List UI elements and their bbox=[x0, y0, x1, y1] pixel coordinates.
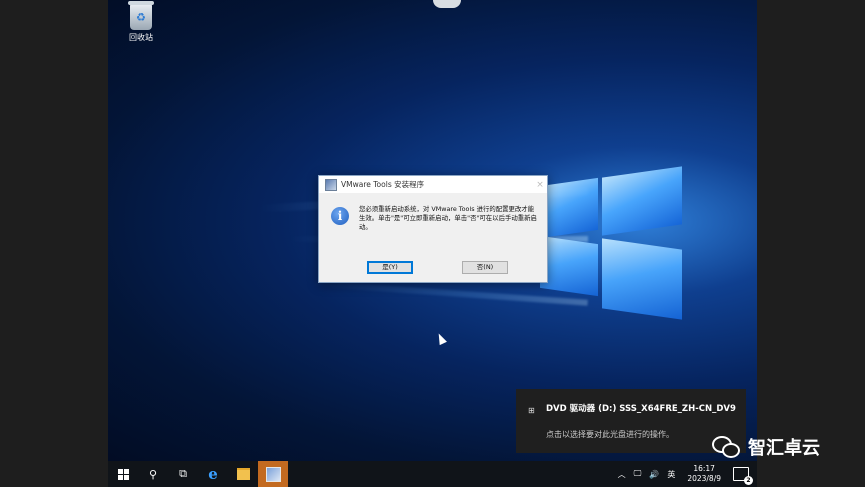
wallpaper-logo-pane bbox=[540, 177, 598, 239]
dvd-drive-icon: ⊞ bbox=[528, 406, 535, 415]
recycle-bin-label: 回收站 bbox=[129, 33, 153, 42]
info-icon: i bbox=[331, 207, 349, 225]
watermark: 智汇卓云 bbox=[712, 434, 820, 460]
network-icon[interactable]: 🖵 bbox=[634, 469, 642, 479]
dialog-title: VMware Tools 安装程序 bbox=[341, 180, 425, 189]
taskbar: ⚲ ⧉ e ︿ 🖵 🔊 英 16:17 2023/8/9 2 bbox=[108, 461, 757, 487]
dialog-message: 您必须重新启动系统，对 VMware Tools 进行的配置更改才能生效。单击"… bbox=[359, 205, 537, 231]
system-tray: ︿ 🖵 🔊 英 16:17 2023/8/9 2 bbox=[614, 461, 757, 487]
clock[interactable]: 16:17 2023/8/9 bbox=[687, 464, 721, 484]
clock-time: 16:17 bbox=[693, 464, 715, 473]
dialog-titlebar[interactable]: VMware Tools 安装程序 × bbox=[319, 176, 547, 193]
vmware-tools-taskbar-icon[interactable] bbox=[258, 461, 288, 487]
volume-icon[interactable]: 🔊 bbox=[649, 470, 659, 479]
internet-explorer-icon[interactable]: e bbox=[198, 461, 228, 487]
wechat-logo-icon bbox=[712, 436, 742, 458]
no-button[interactable]: 否(N) bbox=[462, 261, 508, 274]
clock-date: 2023/8/9 bbox=[687, 474, 721, 483]
recycle-bin-icon: ♻ bbox=[128, 1, 154, 30]
ie-glyph: e bbox=[208, 465, 218, 483]
start-button[interactable] bbox=[108, 461, 138, 487]
vmware-installer-icon bbox=[325, 178, 337, 191]
watermark-text: 智汇卓云 bbox=[748, 438, 820, 459]
notification-count-badge: 2 bbox=[744, 476, 753, 485]
yes-button[interactable]: 是(Y) bbox=[367, 261, 413, 274]
vmware-tools-dialog: VMware Tools 安装程序 × i 您必须重新启动系统，对 VMware… bbox=[318, 175, 548, 283]
ime-indicator[interactable]: 英 bbox=[667, 469, 675, 480]
task-view-icon[interactable]: ⧉ bbox=[168, 461, 198, 487]
action-center-icon[interactable]: 2 bbox=[733, 467, 753, 485]
wallpaper-logo-pane bbox=[540, 235, 598, 297]
toast-title: DVD 驱动器 (D:) SSS_X64FRE_ZH-CN_DV9 bbox=[546, 404, 736, 414]
windows-logo-icon bbox=[117, 468, 129, 480]
recycle-bin-shortcut[interactable]: ♻ 回收站 bbox=[116, 1, 166, 43]
close-icon[interactable]: × bbox=[533, 180, 547, 190]
search-icon[interactable]: ⚲ bbox=[138, 461, 168, 487]
file-explorer-icon[interactable] bbox=[228, 461, 258, 487]
wallpaper-logo-pane bbox=[602, 238, 682, 320]
right-letterbox bbox=[757, 0, 865, 487]
remote-bar-tab[interactable] bbox=[433, 0, 461, 8]
left-letterbox bbox=[0, 0, 108, 487]
vmware-installer-icon bbox=[265, 466, 281, 482]
wallpaper-logo-pane bbox=[602, 166, 682, 236]
show-hidden-icons-chevron-icon[interactable]: ︿ bbox=[618, 469, 626, 480]
folder-icon bbox=[236, 468, 250, 480]
toast-subtitle: 点击以选择要对此光盘进行的操作。 bbox=[546, 430, 674, 439]
